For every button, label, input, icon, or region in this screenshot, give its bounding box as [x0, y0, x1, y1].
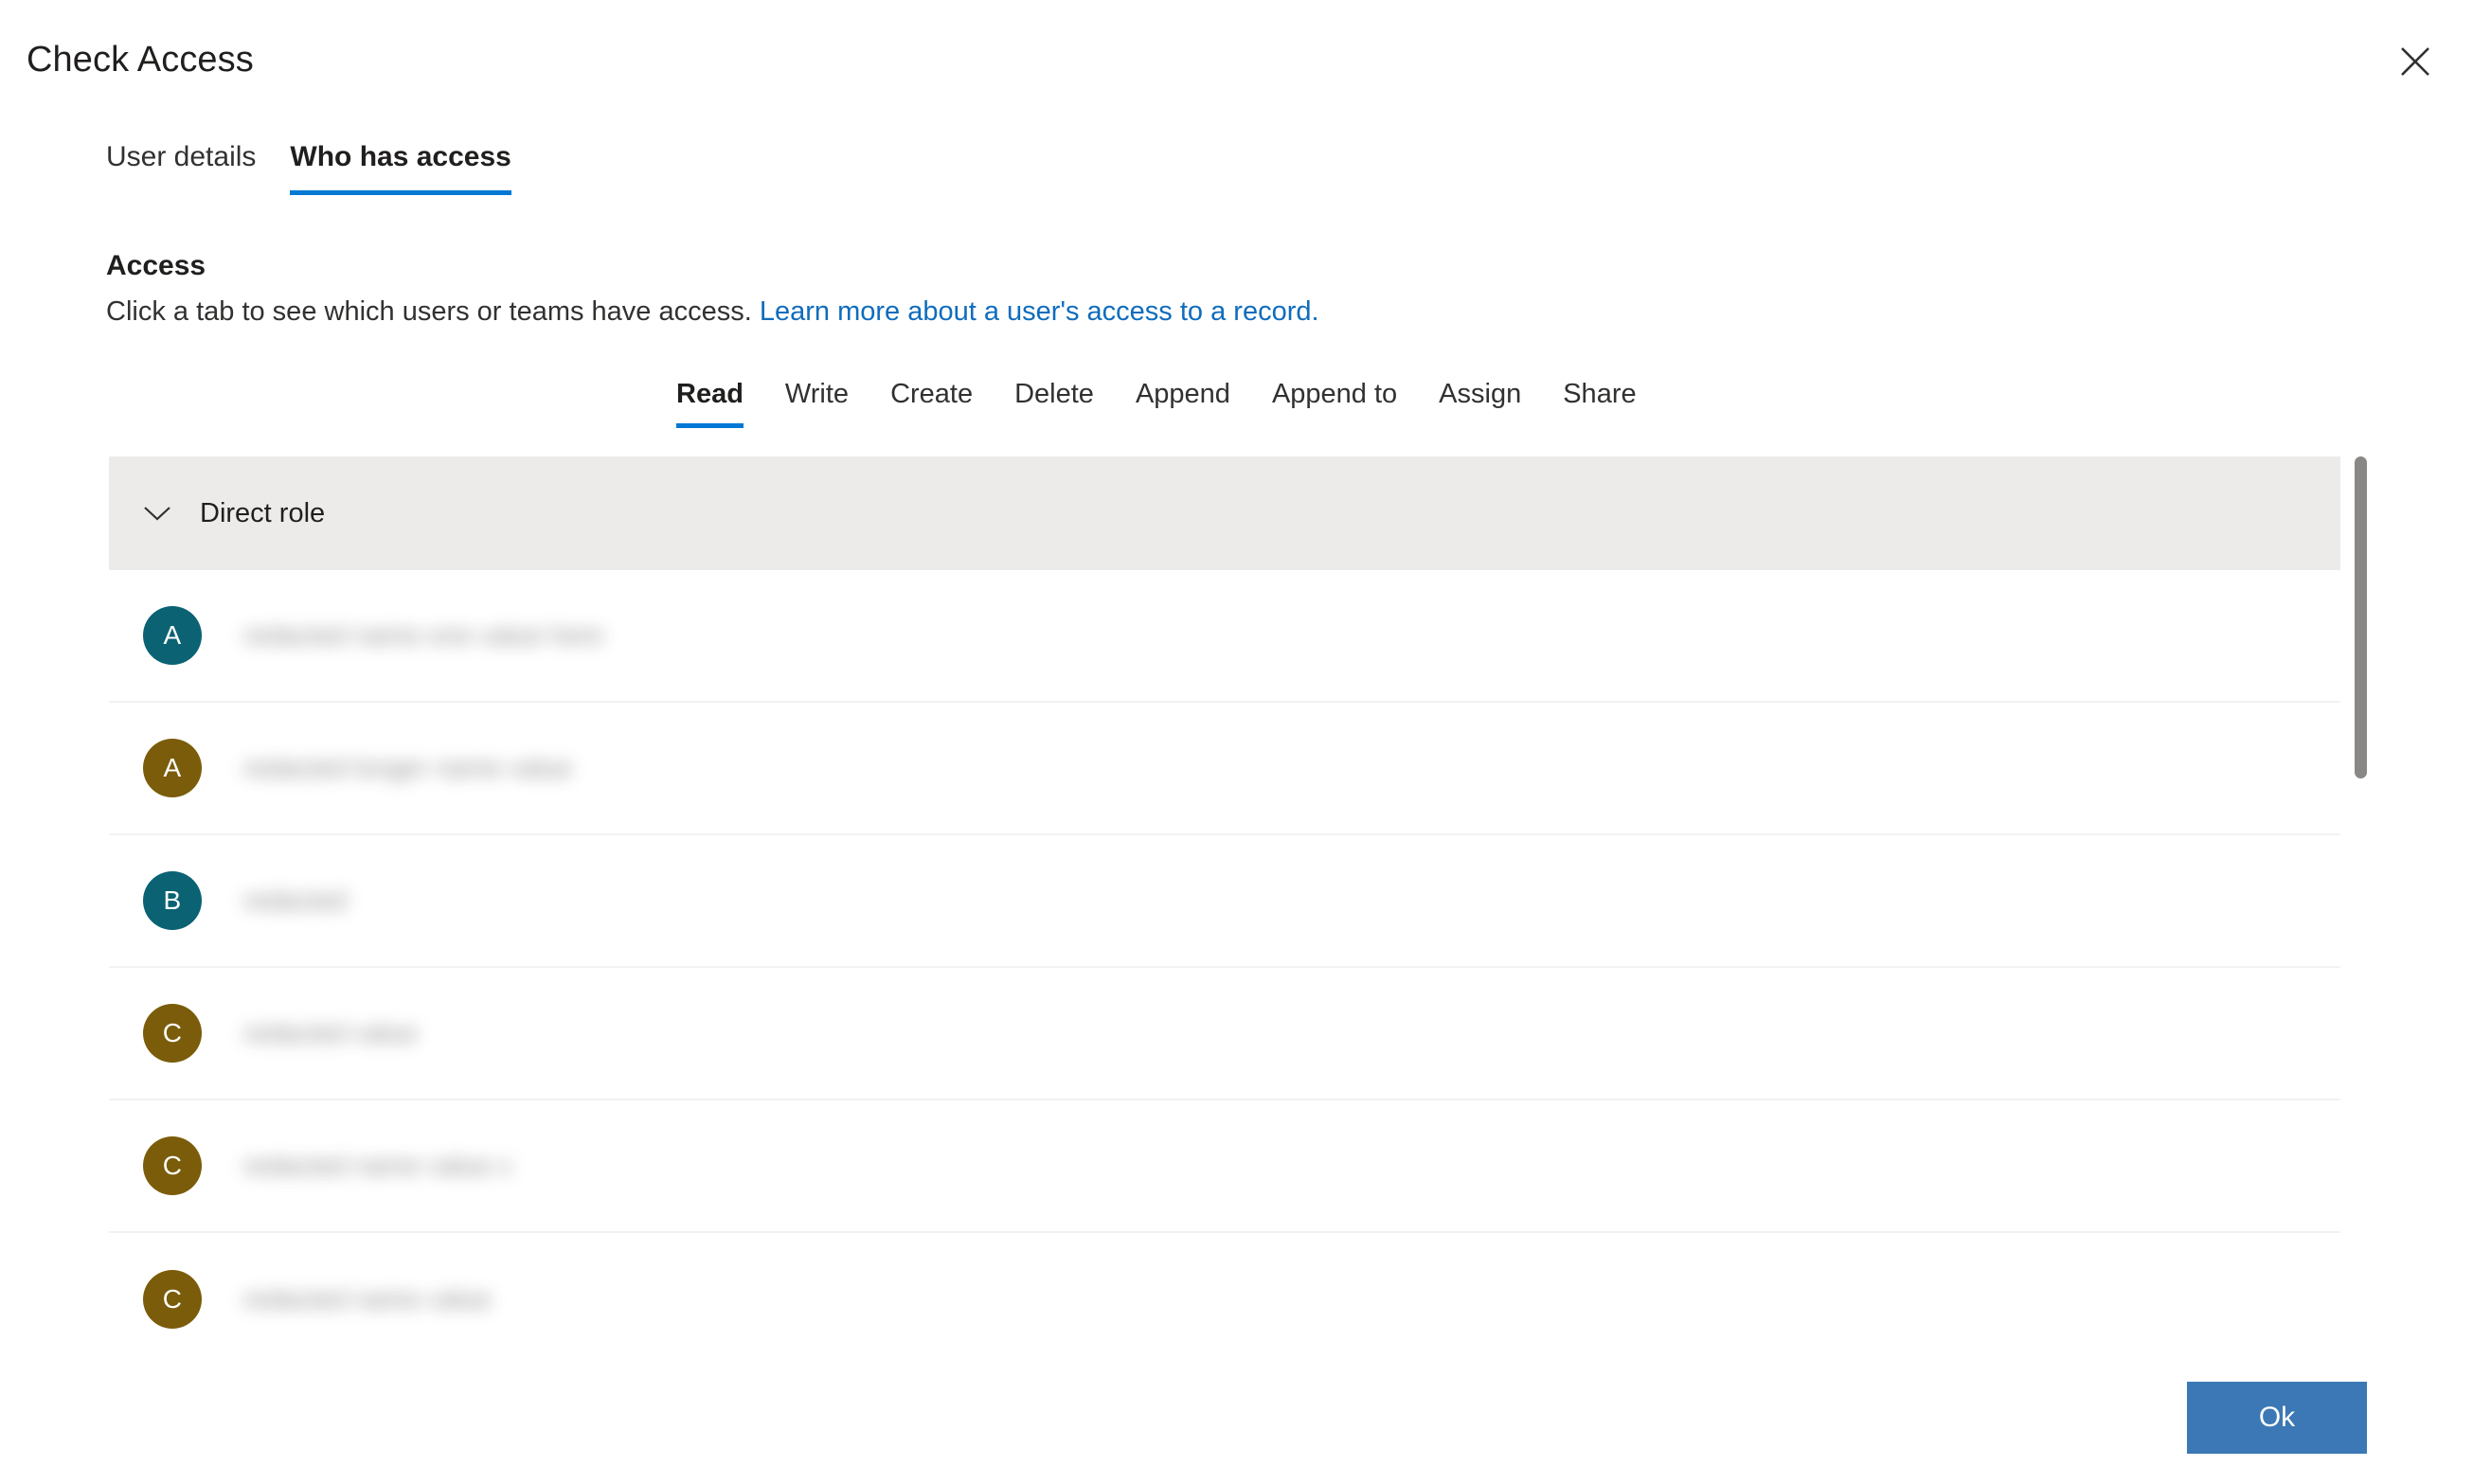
pivot-tablist: User details Who has access [106, 140, 529, 195]
list-scrollbar-thumb[interactable] [2355, 456, 2367, 778]
dialog-header: Check Access [0, 0, 2473, 125]
table-row[interactable]: A redacted longer name value [109, 703, 2340, 835]
tab-who-has-access[interactable]: Who has access [273, 140, 528, 195]
check-access-dialog: Check Access User details Who has access… [0, 0, 2473, 1484]
privilege-tablist: Read Write Create Delete Append Append t… [655, 377, 1658, 428]
tab-assign[interactable]: Assign [1418, 377, 1542, 428]
tab-write[interactable]: Write [764, 377, 869, 428]
table-row[interactable]: A redacted name one value here [109, 570, 2340, 703]
tab-share[interactable]: Share [1542, 377, 1657, 428]
row-principal-name: redacted longer name value [243, 753, 573, 782]
tab-append[interactable]: Append [1115, 377, 1251, 428]
tab-read[interactable]: Read [655, 377, 764, 428]
close-icon[interactable] [2378, 25, 2452, 98]
tab-create[interactable]: Create [869, 377, 994, 428]
ok-button[interactable]: Ok [2187, 1382, 2367, 1454]
avatar: C [143, 1270, 202, 1329]
chevron-down-icon [137, 493, 177, 533]
group-header-direct-role[interactable]: Direct role [109, 456, 2340, 570]
access-description-text: Click a tab to see which users or teams … [106, 296, 752, 327]
list-scrollbar[interactable] [2351, 456, 2370, 1350]
dialog-footer: Ok [0, 1351, 2473, 1484]
avatar: A [143, 739, 202, 797]
tab-append-to[interactable]: Append to [1251, 377, 1418, 428]
avatar: B [143, 871, 202, 930]
row-principal-name: redacted name one value here [243, 620, 603, 650]
table-row[interactable]: C redacted value [109, 968, 2340, 1100]
row-principal-name: redacted name value [243, 1284, 492, 1314]
avatar: A [143, 606, 202, 665]
row-principal-name: redacted [243, 885, 347, 915]
access-heading: Access [106, 250, 206, 281]
group-label: Direct role [200, 498, 326, 528]
tab-delete[interactable]: Delete [994, 377, 1115, 428]
tab-user-details[interactable]: User details [106, 140, 273, 195]
row-principal-name: redacted value [243, 1018, 418, 1047]
access-list: Direct role A redacted name one value he… [109, 456, 2340, 1350]
row-principal-name: redacted name value x [243, 1151, 512, 1180]
avatar: C [143, 1136, 202, 1195]
page-title: Check Access [27, 40, 254, 80]
access-description: Click a tab to see which users or teams … [106, 294, 1319, 330]
table-row[interactable]: C redacted name value x [109, 1100, 2340, 1233]
table-row[interactable]: C redacted name value [109, 1233, 2340, 1350]
table-row[interactable]: B redacted [109, 835, 2340, 968]
access-row-group: A redacted name one value here A redacte… [109, 570, 2340, 1350]
learn-more-link[interactable]: Learn more about a user's access to a re… [760, 296, 1319, 327]
avatar: C [143, 1004, 202, 1063]
